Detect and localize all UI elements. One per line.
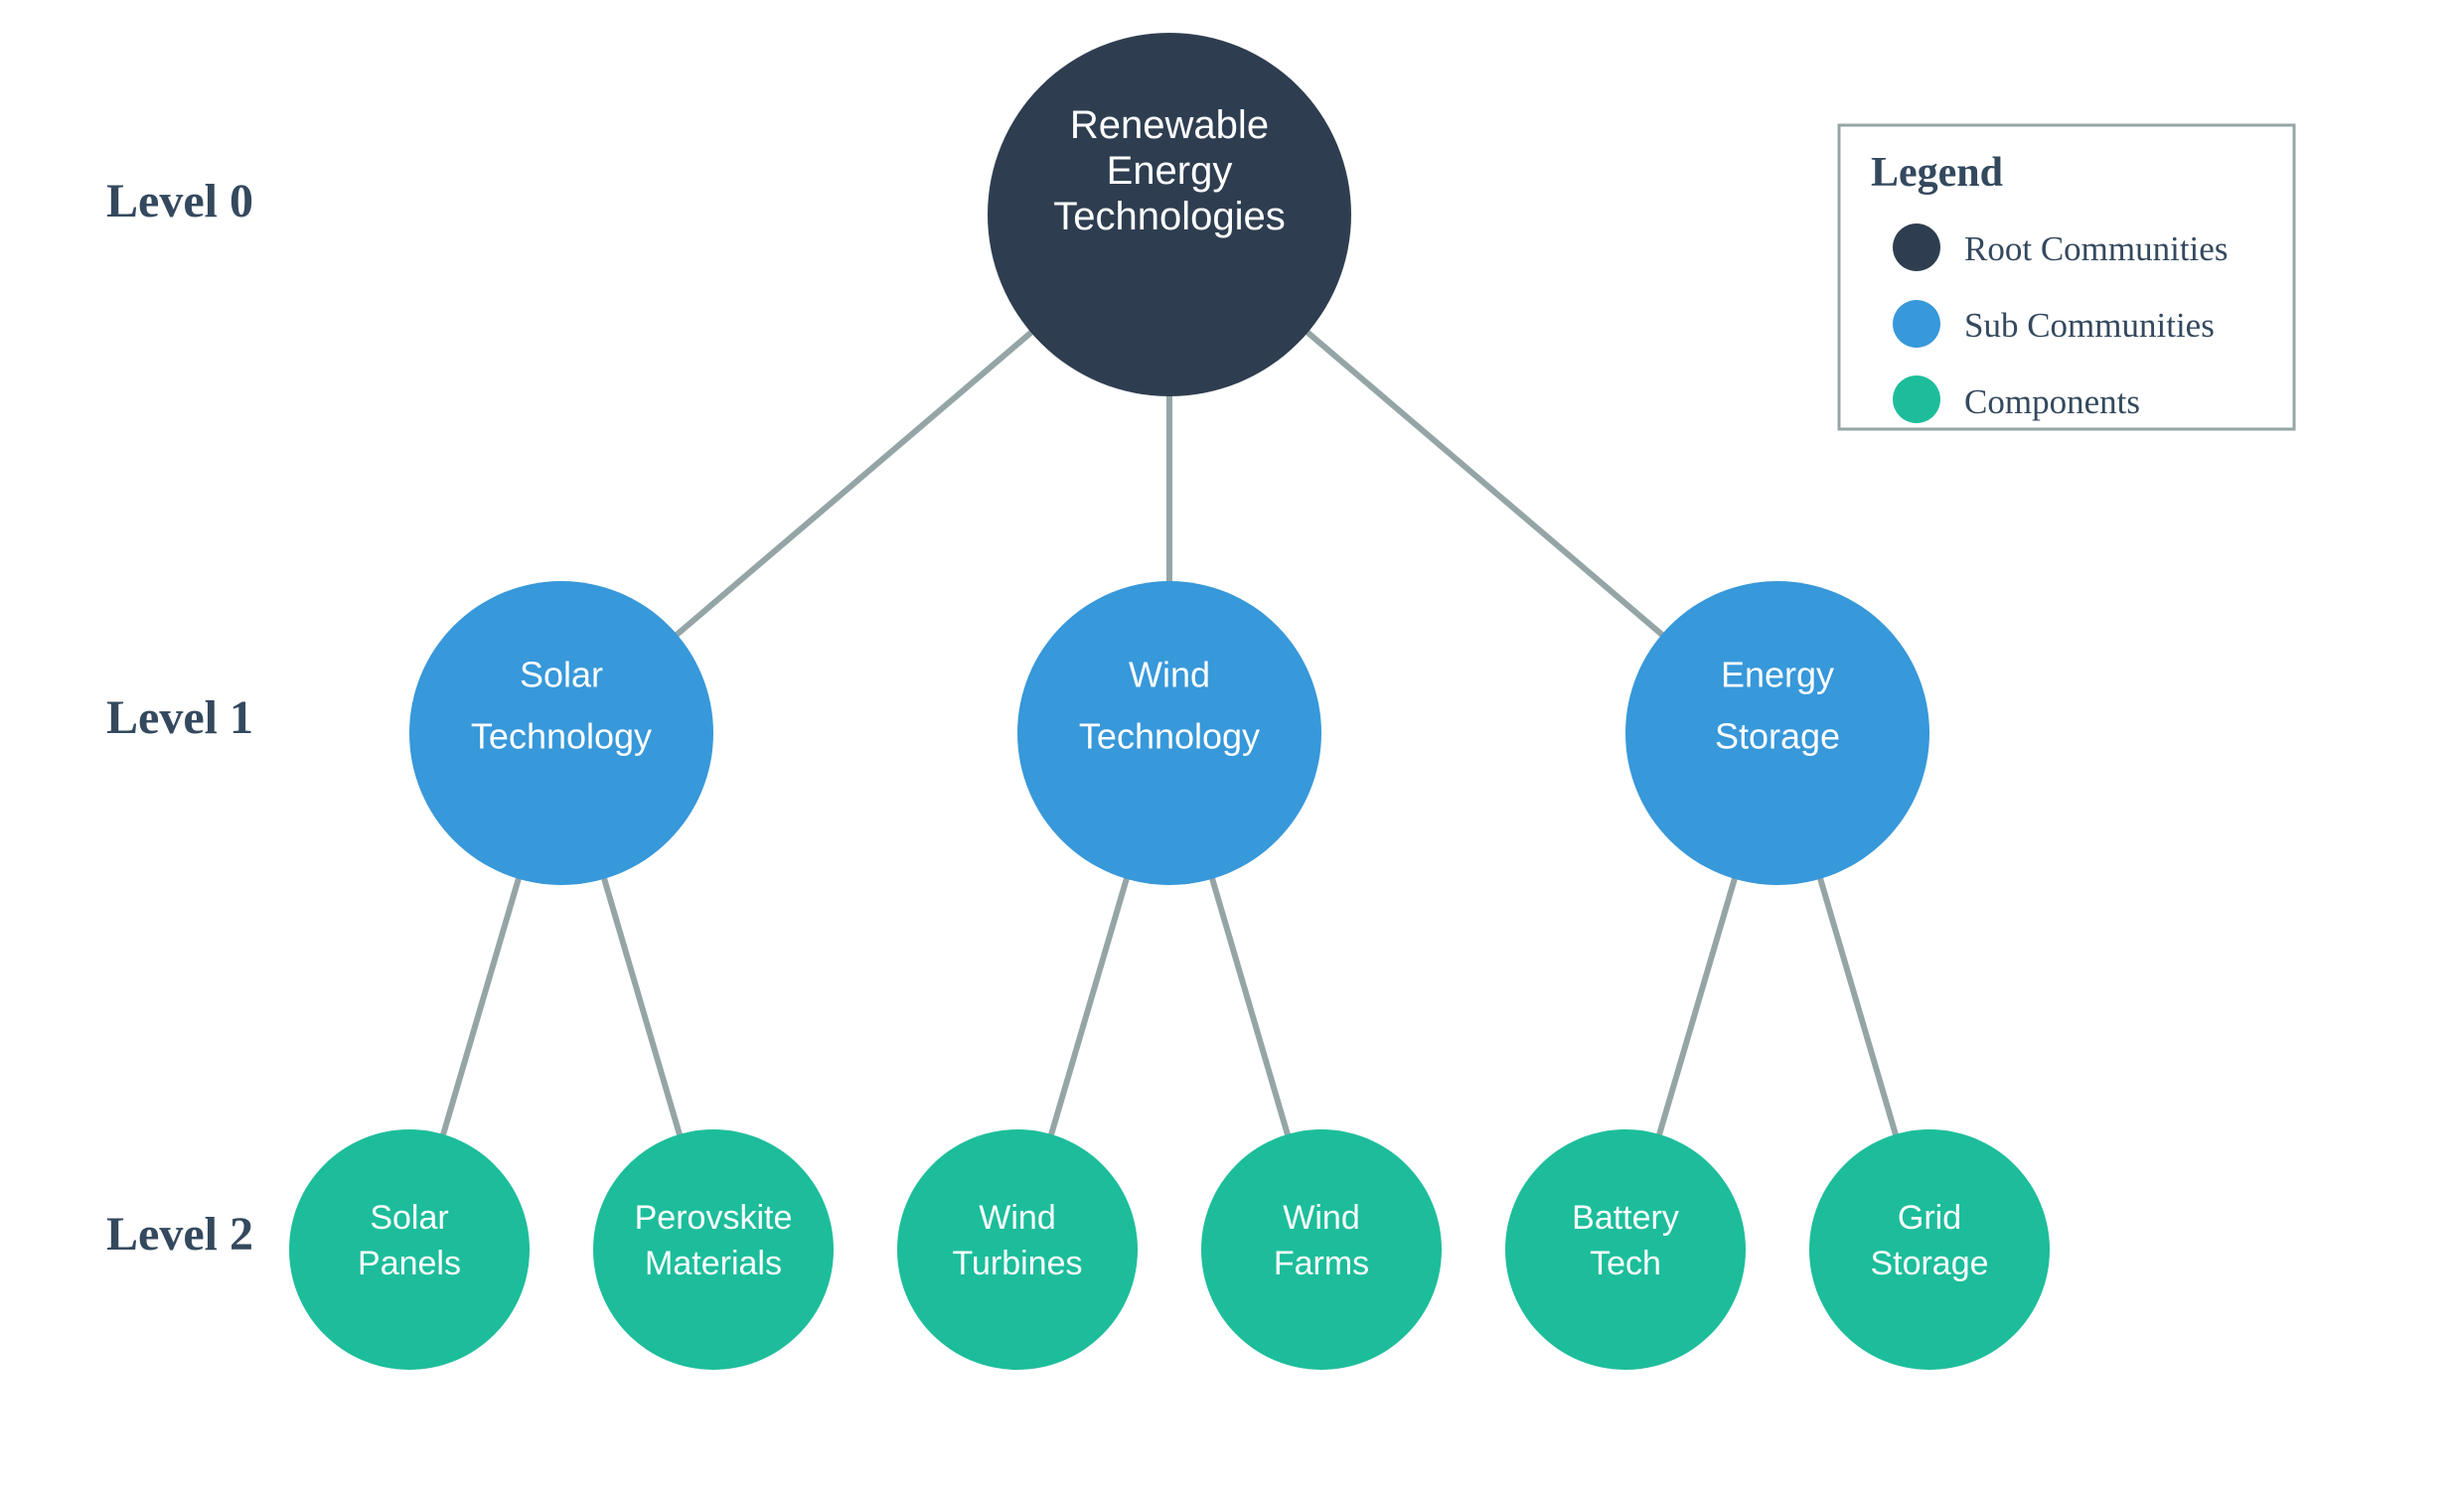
- node-wind-farms[interactable]: Wind Farms: [1201, 1129, 1442, 1370]
- node-label-energy-storage-line-0: Energy: [1721, 655, 1834, 695]
- edge-root-to-energy-storage: [1292, 318, 1666, 639]
- node-grid-storage[interactable]: Grid Storage: [1809, 1129, 2050, 1370]
- legend-label-root: Root Communities: [1964, 229, 2228, 268]
- node-label-perovskite-materials-line-1: Materials: [645, 1245, 782, 1282]
- node-wind-turbines[interactable]: Wind Turbines: [897, 1129, 1138, 1370]
- node-label-battery-tech-line-1: Tech: [1590, 1245, 1661, 1282]
- legend-title: Legend: [1871, 150, 2003, 196]
- node-label-energy-storage-line-1: Storage: [1715, 716, 1840, 757]
- legend-swatch-root: [1893, 223, 1940, 271]
- node-label-perovskite-materials-line-0: Perovskite: [635, 1199, 793, 1237]
- edge-solar-technology-to-perovskite-materials: [596, 860, 684, 1137]
- edge-solar-technology-to-solar-panels: [439, 860, 527, 1137]
- legend: Legend Root Communities Sub Communities …: [1837, 123, 2296, 431]
- node-solar-technology[interactable]: Solar Technology: [409, 581, 713, 885]
- edge-wind-technology-to-wind-turbines: [1047, 860, 1135, 1137]
- level-label-1: Level 1: [106, 691, 253, 744]
- node-label-root-line-1: Energy: [1107, 149, 1233, 193]
- node-label-wind-turbines-line-0: Wind: [979, 1199, 1055, 1237]
- node-energy-storage[interactable]: Energy Storage: [1625, 581, 1929, 885]
- node-label-battery-tech-line-0: Battery: [1572, 1199, 1679, 1237]
- edge-root-to-solar-technology: [673, 318, 1047, 639]
- legend-swatch-sub: [1893, 300, 1940, 348]
- node-battery-tech[interactable]: Battery Tech: [1505, 1129, 1746, 1370]
- edge-energy-storage-to-battery-tech: [1655, 860, 1743, 1137]
- edge-energy-storage-to-grid-storage: [1812, 860, 1900, 1137]
- node-label-solar-technology-line-1: Technology: [471, 716, 652, 757]
- edge-wind-technology-to-wind-farms: [1204, 860, 1292, 1137]
- node-wind-technology[interactable]: Wind Technology: [1017, 581, 1321, 885]
- legend-label-component: Components: [1964, 382, 2140, 421]
- node-label-wind-technology-line-0: Wind: [1129, 655, 1210, 695]
- node-label-wind-technology-line-1: Technology: [1079, 716, 1260, 757]
- node-label-wind-turbines-line-1: Turbines: [952, 1245, 1082, 1282]
- node-perovskite-materials[interactable]: Perovskite Materials: [593, 1129, 834, 1370]
- node-root[interactable]: RenewableEnergyTechnologies: [988, 33, 1351, 396]
- level-labels: Level 0 Level 1 Level 2: [106, 175, 253, 1261]
- level-label-0: Level 0: [106, 175, 253, 227]
- node-label-root-line-2: Technologies: [1053, 195, 1286, 238]
- node-label-grid-storage-line-0: Grid: [1898, 1199, 1961, 1237]
- node-solar-panels[interactable]: Solar Panels: [289, 1129, 530, 1370]
- node-label-grid-storage-line-1: Storage: [1870, 1245, 1988, 1282]
- node-label-wind-farms-line-0: Wind: [1283, 1199, 1359, 1237]
- node-label-solar-panels-line-1: Panels: [358, 1245, 461, 1282]
- level-label-2: Level 2: [106, 1208, 253, 1261]
- node-label-solar-panels-line-0: Solar: [370, 1199, 448, 1237]
- hierarchy-diagram: RenewableEnergyTechnologiesSolarTechnolo…: [106, 33, 2296, 1370]
- node-label-wind-farms-line-1: Farms: [1274, 1245, 1369, 1282]
- node-label-root-line-0: Renewable: [1070, 103, 1269, 147]
- nodes: RenewableEnergyTechnologiesSolarTechnolo…: [289, 33, 2050, 1370]
- legend-label-sub: Sub Communities: [1964, 306, 2215, 345]
- node-label-solar-technology-line-0: Solar: [520, 655, 603, 695]
- legend-swatch-component: [1893, 375, 1940, 423]
